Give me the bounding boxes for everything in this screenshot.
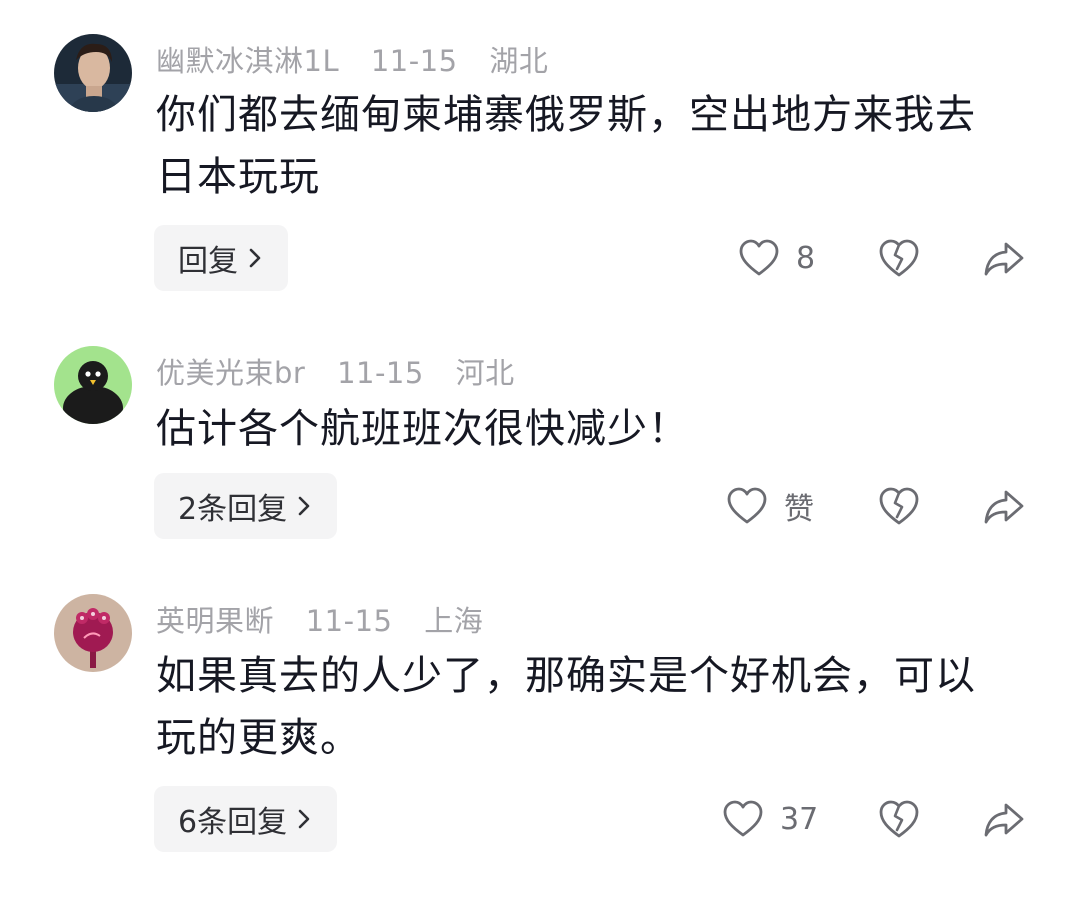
- broken-heart-icon: [879, 487, 919, 525]
- comment-date: 11-15: [305, 604, 393, 638]
- reply-button[interactable]: 回复: [154, 225, 288, 291]
- chevron-right-icon: [298, 809, 310, 829]
- reply-label: 2条回复: [178, 492, 288, 527]
- flower-avatar-icon: [54, 594, 132, 672]
- chevron-right-icon: [249, 248, 261, 268]
- reply-label: 回复: [178, 244, 238, 279]
- reply-button[interactable]: 6条回复: [154, 786, 338, 852]
- share-button[interactable]: [982, 484, 1026, 528]
- like-button[interactable]: 37: [722, 786, 818, 852]
- like-count: 37: [780, 801, 819, 837]
- share-icon: [984, 803, 1024, 837]
- dislike-button[interactable]: [877, 797, 921, 841]
- comment-location: 上海: [424, 604, 484, 638]
- avatar[interactable]: [54, 346, 132, 424]
- share-button[interactable]: [982, 797, 1026, 841]
- avatar[interactable]: [54, 34, 132, 112]
- black-bird-avatar-icon: [54, 346, 132, 424]
- dislike-button[interactable]: [877, 236, 921, 280]
- comment-meta: 幽默冰淇淋1L 11-15 湖北: [156, 38, 548, 80]
- comment-text: 如果真去的人少了，那确实是个好机会，可以玩的更爽。: [156, 653, 976, 761]
- reply-button[interactable]: 2条回复: [154, 473, 338, 539]
- heart-icon: [739, 239, 779, 276]
- like-count: 8: [796, 240, 816, 276]
- avatar[interactable]: [54, 594, 132, 672]
- reply-label: 6条回复: [178, 805, 288, 840]
- comment-text: 你们都去缅甸柬埔寨俄罗斯，空出地方来我去日本玩玩: [156, 92, 976, 200]
- username[interactable]: 优美光束br: [156, 356, 305, 390]
- comment-date: 11-15: [370, 44, 458, 78]
- username[interactable]: 英明果断: [156, 604, 274, 638]
- broken-heart-icon: [879, 800, 919, 838]
- like-label: 赞: [784, 492, 814, 527]
- chevron-right-icon: [298, 496, 310, 516]
- comment-location: 湖北: [489, 44, 549, 78]
- person-photo-avatar-icon: [54, 34, 132, 112]
- comment-text: 估计各个航班班次很快减少！: [156, 406, 689, 452]
- like-button[interactable]: 8: [738, 225, 815, 291]
- comment-meta: 优美光束br 11-15 河北: [156, 350, 515, 392]
- broken-heart-icon: [879, 239, 919, 277]
- like-button[interactable]: 赞: [726, 473, 814, 539]
- comment-location: 河北: [455, 356, 515, 390]
- username[interactable]: 幽默冰淇淋1L: [156, 44, 339, 78]
- dislike-button[interactable]: [877, 484, 921, 528]
- heart-icon: [727, 487, 767, 524]
- share-icon: [984, 490, 1024, 524]
- comment-date: 11-15: [337, 356, 424, 390]
- share-button[interactable]: [982, 236, 1026, 280]
- comment-meta: 英明果断 11-15 上海: [156, 598, 483, 640]
- share-icon: [984, 242, 1024, 276]
- heart-icon: [723, 800, 763, 837]
